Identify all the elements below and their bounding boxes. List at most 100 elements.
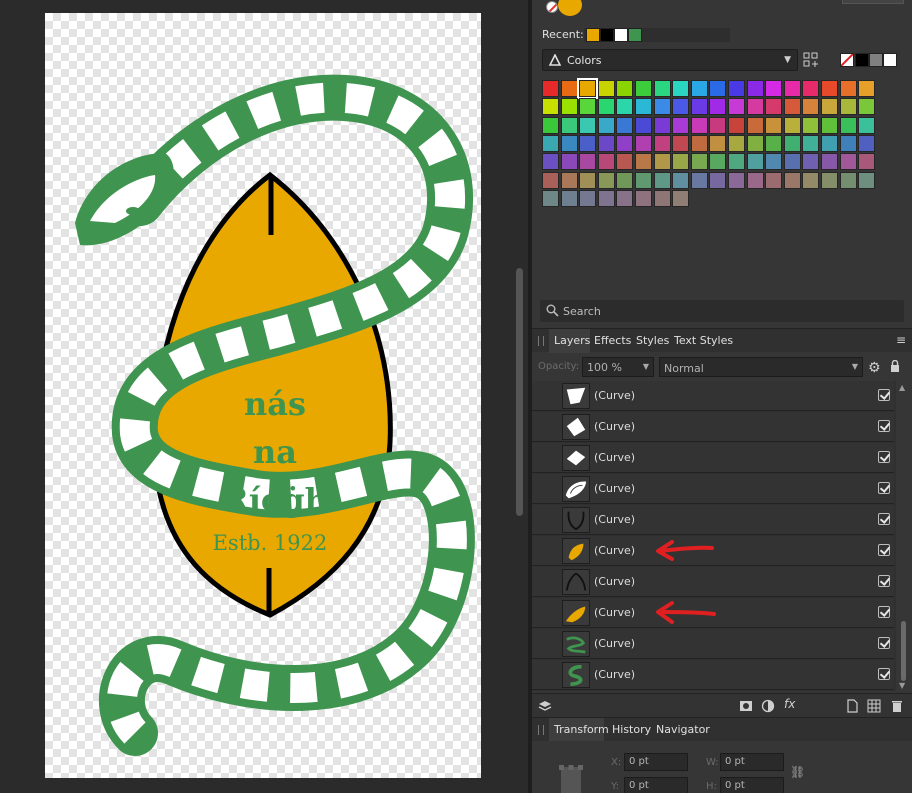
palette-swatch[interactable] — [597, 80, 615, 97]
layer-row[interactable]: (Curve) — [532, 505, 894, 535]
palette-swatch[interactable] — [690, 171, 708, 189]
layer-visibility-checkbox[interactable] — [878, 544, 890, 556]
recent-swatch[interactable] — [586, 28, 600, 42]
palette-swatch[interactable] — [672, 171, 690, 189]
palette-swatch[interactable] — [802, 80, 820, 97]
palette-swatch[interactable] — [709, 134, 727, 152]
palette-swatch[interactable] — [728, 171, 745, 189]
palette-swatch[interactable] — [709, 80, 727, 97]
palette-swatch[interactable] — [709, 153, 727, 171]
palette-swatch[interactable] — [858, 116, 876, 134]
layer-row[interactable]: (Curve) — [532, 412, 894, 442]
adjustment-icon[interactable] — [761, 699, 775, 713]
layer-scrollbar[interactable]: ▲ ▼ — [898, 383, 908, 691]
palette-swatch[interactable] — [597, 98, 615, 116]
palette-swatch[interactable] — [690, 80, 708, 97]
palette-swatch[interactable] — [821, 98, 838, 116]
trash-icon[interactable] — [890, 699, 904, 713]
palette-swatch[interactable] — [653, 98, 671, 116]
palette-swatch[interactable] — [765, 80, 783, 97]
palette-swatch[interactable] — [616, 171, 634, 189]
palette-swatch[interactable] — [802, 116, 820, 134]
palette-swatch[interactable] — [690, 153, 708, 171]
palette-swatch[interactable] — [672, 189, 690, 207]
palette-swatch[interactable] — [821, 171, 838, 189]
layer-row[interactable]: (Curve) — [532, 660, 894, 690]
tab-transform[interactable]: Transform — [554, 723, 609, 736]
palette-swatch[interactable] — [653, 153, 671, 171]
layer-row[interactable]: (Curve) — [532, 474, 894, 504]
palette-swatch[interactable] — [839, 80, 857, 97]
palette-swatch[interactable] — [858, 153, 876, 171]
palette-swatch[interactable] — [542, 189, 559, 207]
palette-dropdown[interactable]: Colors ▼ — [542, 49, 798, 71]
palette-swatch[interactable] — [672, 80, 690, 97]
palette-swatch[interactable] — [728, 80, 745, 97]
palette-swatch[interactable] — [653, 116, 671, 134]
layer-row[interactable]: (Curve) — [532, 443, 894, 473]
none-swatch[interactable] — [840, 53, 854, 67]
palette-swatch[interactable] — [821, 153, 838, 171]
palette-options-icon[interactable] — [803, 52, 819, 68]
palette-swatch[interactable] — [839, 134, 857, 152]
layer-visibility-checkbox[interactable] — [878, 420, 890, 432]
mini-swatch[interactable] — [855, 53, 869, 67]
palette-swatch[interactable] — [542, 80, 559, 97]
palette-swatch[interactable] — [783, 116, 801, 134]
palette-swatch[interactable] — [690, 98, 708, 116]
palette-swatch[interactable] — [560, 189, 578, 207]
palette-swatch[interactable] — [746, 98, 764, 116]
mini-swatch[interactable] — [883, 53, 897, 67]
palette-swatch[interactable] — [635, 134, 652, 152]
palette-swatch[interactable] — [783, 134, 801, 152]
palette-swatch[interactable] — [597, 134, 615, 152]
palette-swatch[interactable] — [802, 153, 820, 171]
mini-swatch[interactable] — [869, 53, 883, 67]
palette-swatch[interactable] — [802, 134, 820, 152]
layer-visibility-checkbox[interactable] — [878, 575, 890, 587]
palette-swatch[interactable] — [560, 116, 578, 134]
mask-icon[interactable] — [739, 699, 753, 713]
palette-swatch[interactable] — [839, 171, 857, 189]
palette-swatch[interactable] — [579, 116, 597, 134]
scroll-down-icon[interactable]: ▼ — [899, 681, 905, 690]
palette-swatch[interactable] — [616, 134, 634, 152]
gear-icon[interactable]: ⚙ — [868, 360, 881, 376]
palette-swatch[interactable] — [672, 116, 690, 134]
palette-swatch[interactable] — [728, 134, 745, 152]
anchor-selector-icon[interactable] — [556, 761, 586, 793]
palette-swatch[interactable] — [765, 134, 783, 152]
palette-swatch[interactable] — [709, 116, 727, 134]
palette-swatch[interactable] — [858, 134, 876, 152]
palette-swatch[interactable] — [728, 153, 745, 171]
layer-visibility-checkbox[interactable] — [878, 389, 890, 401]
palette-swatch[interactable] — [579, 153, 597, 171]
palette-swatch[interactable] — [597, 153, 615, 171]
swatch-search[interactable]: Search — [540, 300, 904, 322]
layer-row[interactable]: (Curve) — [532, 381, 894, 411]
layer-row[interactable]: (Curve) — [532, 567, 894, 597]
palette-swatch[interactable] — [635, 189, 652, 207]
palette-swatch[interactable] — [635, 116, 652, 134]
palette-swatch[interactable] — [709, 98, 727, 116]
layer-visibility-checkbox[interactable] — [878, 513, 890, 525]
palette-swatch[interactable] — [746, 171, 764, 189]
palette-swatch[interactable] — [858, 80, 876, 97]
canvas-area[interactable]: nás na Ríoġh Estb. 1922 — [0, 0, 523, 793]
palette-swatch[interactable] — [616, 189, 634, 207]
palette-swatch[interactable] — [672, 153, 690, 171]
layer-visibility-checkbox[interactable] — [878, 668, 890, 680]
link-icon[interactable]: ⛓ — [790, 765, 805, 779]
palette-swatch[interactable] — [579, 171, 597, 189]
layer-visibility-checkbox[interactable] — [878, 482, 890, 494]
lock-icon[interactable] — [890, 360, 900, 372]
palette-swatch[interactable] — [579, 189, 597, 207]
panel-grip-icon[interactable] — [538, 336, 544, 346]
palette-swatch[interactable] — [783, 98, 801, 116]
group-icon[interactable] — [867, 699, 881, 713]
palette-swatch[interactable] — [746, 116, 764, 134]
layer-row[interactable]: (Curve) — [532, 629, 894, 659]
palette-swatch[interactable] — [821, 80, 838, 97]
palette-swatch[interactable] — [672, 98, 690, 116]
add-layer-icon[interactable] — [845, 699, 859, 713]
